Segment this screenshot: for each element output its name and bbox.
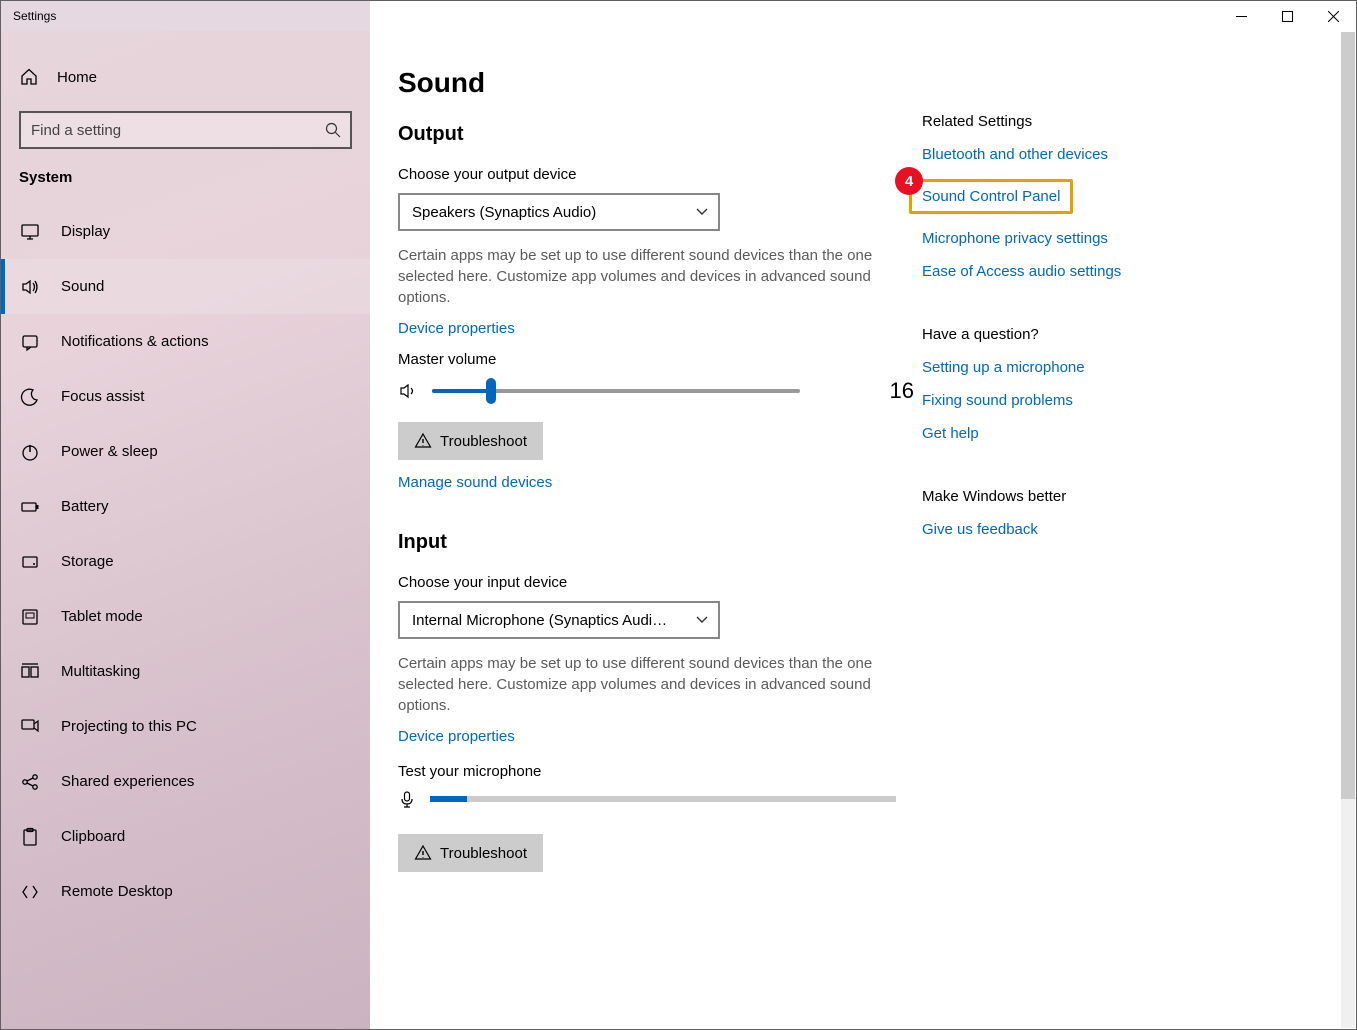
home-icon — [19, 67, 39, 87]
storage-icon — [19, 551, 41, 573]
sidebar-item-remote-desktop[interactable]: Remote Desktop — [1, 864, 370, 919]
tablet-icon — [19, 606, 41, 628]
fix-sound-link[interactable]: Fixing sound problems — [922, 392, 1356, 409]
sidebar-item-display[interactable]: Display — [1, 204, 370, 259]
sidebar-item-label: Clipboard — [61, 828, 125, 845]
output-troubleshoot-button[interactable]: Troubleshoot — [398, 422, 543, 460]
aside: Related Settings Bluetooth and other dev… — [922, 31, 1356, 1029]
input-help-text: Certain apps may be set up to use differ… — [398, 653, 903, 716]
input-choose-label: Choose your input device — [398, 574, 922, 591]
search-input-container[interactable] — [19, 111, 352, 149]
sidebar-item-label: Notifications & actions — [61, 333, 209, 350]
multitasking-icon — [19, 661, 41, 683]
chevron-down-icon — [696, 208, 708, 216]
sound-control-panel-highlight: 4 Sound Control Panel — [909, 179, 1073, 214]
sidebar-item-label: Multitasking — [61, 663, 140, 680]
sidebar-item-label: Power & sleep — [61, 443, 158, 460]
master-volume-label: Master volume — [398, 351, 922, 368]
output-device-select[interactable]: Speakers (Synaptics Audio) — [398, 193, 720, 231]
sidebar-category: System — [1, 149, 370, 190]
sidebar-item-focus-assist[interactable]: Focus assist — [1, 369, 370, 424]
make-windows-better-heading: Make Windows better — [922, 488, 1356, 505]
input-device-select[interactable]: Internal Microphone (Synaptics Audi… — [398, 601, 720, 639]
related-settings-heading: Related Settings — [922, 113, 1356, 130]
output-choose-label: Choose your output device — [398, 166, 922, 183]
output-device-properties-link[interactable]: Device properties — [398, 320, 515, 337]
sidebar-item-label: Tablet mode — [61, 608, 143, 625]
volume-value: 16 — [890, 378, 914, 404]
give-feedback-link[interactable]: Give us feedback — [922, 521, 1356, 538]
shared-icon — [19, 771, 41, 793]
moon-icon — [19, 386, 41, 408]
output-heading: Output — [398, 123, 922, 146]
window-title: Settings — [13, 9, 56, 23]
sidebar-item-clipboard[interactable]: Clipboard — [1, 809, 370, 864]
sidebar-item-label: Display — [61, 223, 110, 240]
sidebar: Home System Display Sound Notifications & … — [1, 31, 370, 1029]
sidebar-item-label: Storage — [61, 553, 114, 570]
close-button[interactable] — [1310, 1, 1356, 31]
minimize-button[interactable] — [1218, 1, 1264, 31]
bluetooth-link[interactable]: Bluetooth and other devices — [922, 146, 1356, 163]
sidebar-item-storage[interactable]: Storage — [1, 534, 370, 589]
power-icon — [19, 441, 41, 463]
sidebar-item-shared-experiences[interactable]: Shared experiences — [1, 754, 370, 809]
sound-icon — [19, 276, 41, 298]
home-label: Home — [57, 69, 97, 86]
titlebar[interactable]: Settings — [1, 1, 1356, 31]
manage-sound-devices-link[interactable]: Manage sound devices — [398, 474, 552, 491]
output-help-text: Certain apps may be set up to use differ… — [398, 245, 903, 308]
chevron-down-icon — [696, 616, 708, 624]
microphone-icon — [398, 790, 416, 808]
search-input[interactable] — [31, 122, 324, 139]
sidebar-item-label: Battery — [61, 498, 109, 515]
warning-icon — [414, 432, 432, 450]
sidebar-item-label: Shared experiences — [61, 773, 194, 790]
battery-icon — [19, 496, 41, 518]
clipboard-icon — [19, 826, 41, 848]
display-icon — [19, 221, 41, 243]
speaker-icon[interactable] — [398, 382, 418, 400]
annotation-badge: 4 — [895, 167, 923, 195]
main-content: Sound Output Choose your output device S… — [370, 31, 922, 1029]
mic-level-meter — [430, 796, 896, 802]
remote-icon — [19, 881, 41, 903]
maximize-button[interactable] — [1264, 1, 1310, 31]
input-device-properties-link[interactable]: Device properties — [398, 728, 515, 745]
search-icon — [324, 121, 342, 139]
ease-of-access-audio-link[interactable]: Ease of Access audio settings — [922, 263, 1356, 280]
sidebar-item-label: Projecting to this PC — [61, 718, 197, 735]
warning-icon — [414, 844, 432, 862]
mic-privacy-link[interactable]: Microphone privacy settings — [922, 230, 1356, 247]
sidebar-item-label: Sound — [61, 278, 104, 295]
sidebar-item-battery[interactable]: Battery — [1, 479, 370, 534]
sidebar-item-label: Remote Desktop — [61, 883, 173, 900]
sidebar-item-sound[interactable]: Sound — [1, 259, 370, 314]
sound-control-panel-link[interactable]: Sound Control Panel — [922, 188, 1060, 205]
sidebar-item-projecting-to-this-pc[interactable]: Projecting to this PC — [1, 699, 370, 754]
input-troubleshoot-button[interactable]: Troubleshoot — [398, 834, 543, 872]
input-heading: Input — [398, 531, 922, 554]
sidebar-item-power-sleep[interactable]: Power & sleep — [1, 424, 370, 479]
input-troubleshoot-label: Troubleshoot — [440, 845, 527, 862]
output-device-value: Speakers (Synaptics Audio) — [412, 204, 596, 221]
sidebar-item-multitasking[interactable]: Multitasking — [1, 644, 370, 699]
output-troubleshoot-label: Troubleshoot — [440, 433, 527, 450]
sidebar-item-tablet-mode[interactable]: Tablet mode — [1, 589, 370, 644]
input-device-value: Internal Microphone (Synaptics Audi… — [412, 612, 667, 629]
volume-slider[interactable] — [432, 389, 800, 393]
scrollbar-thumb[interactable] — [1341, 32, 1355, 799]
projecting-icon — [19, 716, 41, 738]
get-help-link[interactable]: Get help — [922, 425, 1356, 442]
sidebar-item-home[interactable]: Home — [1, 49, 370, 105]
have-a-question-heading: Have a question? — [922, 326, 1356, 343]
setup-mic-link[interactable]: Setting up a microphone — [922, 359, 1356, 376]
test-mic-label: Test your microphone — [398, 763, 922, 780]
sidebar-item-notifications-actions[interactable]: Notifications & actions — [1, 314, 370, 369]
scrollbar[interactable] — [1341, 32, 1355, 1028]
notifications-icon — [19, 331, 41, 353]
page-title: Sound — [398, 67, 922, 99]
sidebar-item-label: Focus assist — [61, 388, 144, 405]
